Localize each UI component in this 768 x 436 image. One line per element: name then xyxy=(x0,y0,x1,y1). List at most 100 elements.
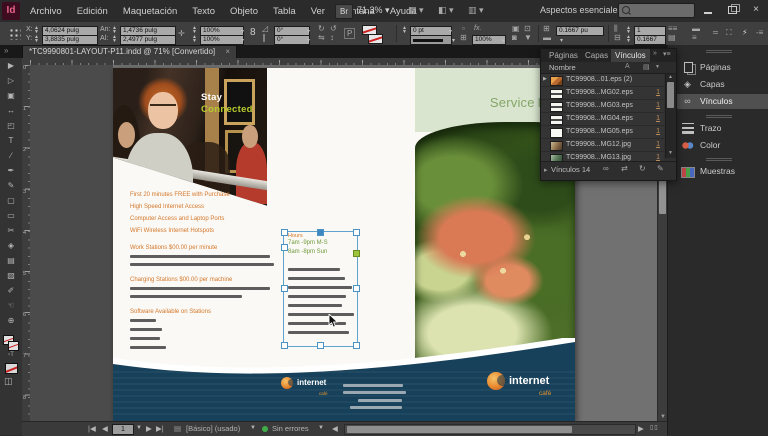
dock-grip[interactable] xyxy=(706,50,732,53)
chevron-down-icon[interactable]: ▾ xyxy=(452,37,455,44)
gutter-field[interactable]: 0.1667 xyxy=(634,35,666,45)
zoom-tool[interactable]: ⊕ xyxy=(0,313,22,328)
tab-capas[interactable]: Capas xyxy=(581,49,612,62)
link-page-number[interactable]: 1 xyxy=(656,89,660,96)
link-page-number[interactable]: 1 xyxy=(656,102,660,109)
chevron-down-icon[interactable]: ▼ xyxy=(655,64,660,70)
menu-item[interactable]: Texto xyxy=(192,6,215,17)
selection-tool[interactable]: ▶ xyxy=(0,58,22,73)
scroll-down-icon[interactable]: ▼ xyxy=(668,150,673,156)
selection-handle[interactable] xyxy=(281,285,288,292)
formatting-affects-buttons[interactable]: ▫T xyxy=(2,352,20,358)
last-page-button[interactable]: ▶| xyxy=(156,422,164,435)
flip-horizontal-icon[interactable]: ⇋ xyxy=(318,33,325,42)
fit-content-icon[interactable]: ▣ xyxy=(512,24,520,33)
gradient-tool[interactable]: ▤ xyxy=(0,253,22,268)
selection-handle[interactable] xyxy=(353,285,360,292)
minimize-button[interactable] xyxy=(698,3,718,17)
height-stepper[interactable]: ▲▼ xyxy=(112,35,117,43)
dock-collapse-icon[interactable]: » xyxy=(4,46,8,55)
fullscreen-icon[interactable]: ⛶ xyxy=(726,28,732,37)
dock-item-vinculos[interactable]: ∞ Vínculos xyxy=(668,94,768,109)
vertical-scroll-thumb[interactable] xyxy=(659,178,666,214)
fit-frame-icon[interactable]: ⊡ xyxy=(524,24,531,33)
chevron-down-icon[interactable]: ▾ xyxy=(241,28,244,35)
y-stepper[interactable]: ▲▼ xyxy=(34,35,39,43)
select-container-button[interactable]: P xyxy=(344,28,355,39)
tab-vinculos[interactable]: Vínculos xyxy=(611,49,650,62)
link-row[interactable]: ▶ TC99908...01.eps (2) xyxy=(541,74,664,87)
hand-tool[interactable]: ☜ xyxy=(0,298,22,313)
wrap-none-icon[interactable]: ◙ xyxy=(512,33,517,42)
dock-item-trazo[interactable]: Trazo xyxy=(668,121,768,136)
quick-apply-icon[interactable]: ⚡ xyxy=(742,28,748,37)
chevron-down-icon[interactable]: ▼ xyxy=(250,422,256,435)
menu-item[interactable]: Tabla xyxy=(273,6,296,17)
view-options-button[interactable]: ▦ ▾ xyxy=(408,5,424,16)
chevron-down-icon[interactable]: ▾ xyxy=(307,37,310,44)
link-page-number[interactable]: 1 xyxy=(656,128,660,135)
text-in-port[interactable] xyxy=(281,244,288,251)
selection-handle[interactable] xyxy=(317,229,324,236)
dock-item-color[interactable]: Color xyxy=(668,138,768,153)
status-column-icon[interactable]: A xyxy=(625,63,630,70)
content-collector-tool[interactable]: ◰ xyxy=(0,118,22,133)
gutter-stepper[interactable]: ▲▼ xyxy=(626,35,631,43)
gap-field[interactable]: 0.1667 pu xyxy=(556,26,604,36)
rotate-ccw-icon[interactable]: ↺ xyxy=(330,24,337,33)
previous-page-button[interactable]: ◀ xyxy=(102,422,108,435)
horizontal-scroll-thumb[interactable] xyxy=(347,426,572,433)
x-stepper[interactable]: ▲▼ xyxy=(34,26,39,34)
paragraph-style-box[interactable]: ▬ xyxy=(692,24,700,33)
page-tool[interactable]: ▣ xyxy=(0,88,22,103)
dock-item-capas[interactable]: ◈ Capas xyxy=(668,77,768,92)
stroke-weight-stepper[interactable]: ▲▼ xyxy=(402,26,407,34)
gradient-feather-tool[interactable]: ▨ xyxy=(0,268,22,283)
rotate-cw-icon[interactable]: ↻ xyxy=(318,24,325,33)
scale-y-stepper[interactable]: ▲▼ xyxy=(192,35,197,43)
stroke-style-dropdown[interactable] xyxy=(410,35,452,45)
menu-item[interactable]: Ver xyxy=(311,6,325,17)
screen-mode-button[interactable]: ◧ ▾ xyxy=(438,5,454,16)
selected-text-frame[interactable]: Hours 7am -9pm M-S 8am -8pm Sun xyxy=(283,231,358,347)
next-page-button[interactable]: ▶ xyxy=(146,422,152,435)
close-tab-icon[interactable]: × xyxy=(225,47,230,56)
panel-collapse-icon[interactable]: » xyxy=(653,50,657,57)
scale-x-stepper[interactable]: ▲▼ xyxy=(192,26,197,34)
link-page-number[interactable]: 1 xyxy=(656,115,660,122)
apply-none-button[interactable] xyxy=(5,363,18,374)
text-align-icons[interactable]: ≡ xyxy=(692,33,697,42)
link-row[interactable]: TC99908...MG05.eps 1 xyxy=(541,126,664,139)
effects-button[interactable]: fx. xyxy=(474,24,481,33)
tab-paginas[interactable]: Páginas xyxy=(545,49,582,62)
menu-item[interactable]: Archivo xyxy=(30,6,62,17)
bridge-button[interactable]: Br xyxy=(335,4,353,19)
shear-field[interactable]: 0° xyxy=(274,35,310,45)
scroll-left-icon[interactable]: ◀ xyxy=(332,422,338,435)
panel-menu-icon[interactable]: ▾≡ xyxy=(663,50,671,58)
selection-handle[interactable] xyxy=(281,229,288,236)
wrap-shape-icon[interactable]: ▼ xyxy=(524,33,532,42)
screen-mode-icon[interactable]: ◫ xyxy=(4,376,13,387)
scissors-tool[interactable]: ✂ xyxy=(0,223,22,238)
gap-tool[interactable]: ↔ xyxy=(0,103,22,118)
search-input[interactable] xyxy=(618,3,695,18)
type-tool[interactable]: T xyxy=(0,133,22,148)
chevron-down-icon[interactable]: ▼ xyxy=(318,422,324,435)
direct-selection-tool[interactable]: ▷ xyxy=(0,73,22,88)
arrange-documents-button[interactable]: ▥ ▾ xyxy=(468,5,484,16)
menu-item[interactable]: Maquetación xyxy=(123,6,177,17)
corner-options-handle[interactable] xyxy=(353,250,360,257)
brochure-page[interactable]: Stay Connected First 20 minutes FREE wit… xyxy=(113,68,575,421)
name-column-header[interactable]: Nombre xyxy=(549,63,576,72)
page-dropdown-icon[interactable]: ▼ xyxy=(136,422,142,435)
dock-item-paginas[interactable]: Páginas xyxy=(668,60,768,75)
free-transform-tool[interactable]: ◈ xyxy=(0,238,22,253)
columns-stepper[interactable]: ▲▼ xyxy=(626,26,631,34)
zoom-level-dropdown[interactable]: 71,3% ▾ xyxy=(357,5,390,16)
preflight-status-label[interactable]: Sin errores xyxy=(272,422,309,435)
y-field[interactable]: 3,8835 pulg xyxy=(42,35,98,45)
menu-item[interactable]: Objeto xyxy=(230,6,258,17)
page-column-icon[interactable]: ▤ xyxy=(643,63,650,71)
cc-libraries-icon[interactable]: ∞ xyxy=(603,164,609,173)
